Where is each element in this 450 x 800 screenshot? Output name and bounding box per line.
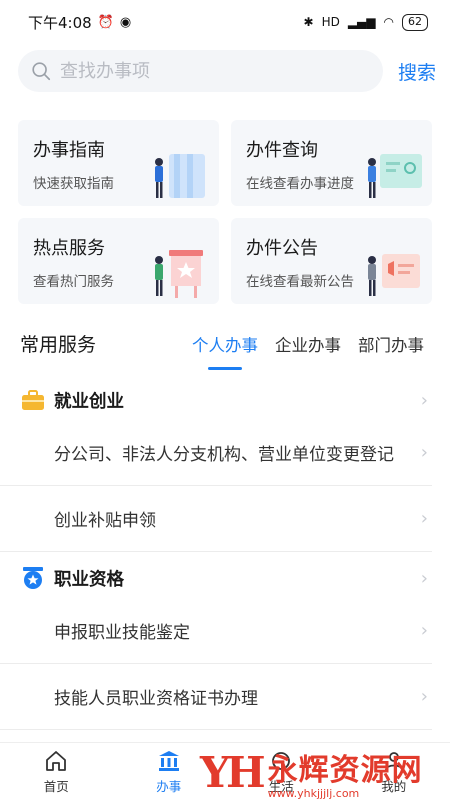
chevron-right-icon: › [420, 442, 428, 463]
alarm-icon: ⏰ [97, 14, 114, 30]
section-title: 常用服务 [20, 334, 97, 356]
card-hot-service[interactable]: 热点服务 查看热门服务 [18, 218, 219, 304]
item-label: 申报职业技能鉴定 [54, 623, 190, 643]
query-illustration [368, 154, 422, 198]
list-item[interactable]: 分公司、非法人分支机构、营业单位变更登记 › [0, 420, 432, 486]
tab-department[interactable]: 部门办事 [358, 332, 424, 366]
section-employment: 就业创业 › 分公司、非法人分支机构、营业单位变更登记 › 创业补贴申领 › [0, 380, 450, 552]
search-input[interactable] [60, 60, 360, 82]
watermark-name: 永辉资源网 [267, 752, 423, 788]
item-label: 创业补贴申领 [54, 511, 156, 531]
search-bar: 搜索 [18, 50, 436, 92]
wifi-icon: ◠ [383, 15, 394, 29]
watermark-logo: YH [200, 747, 266, 797]
quick-cards: 办事指南 快速获取指南 办件查询 在线查看办事进度 热点服务 查看热门服务 办件… [18, 120, 432, 304]
tab-personal[interactable]: 个人办事 [192, 332, 258, 366]
list-item[interactable]: 技能人员职业资格证书办理 › [0, 664, 432, 730]
announcement-illustration [368, 254, 420, 296]
status-time: 下午4:08 [28, 13, 92, 32]
section-qualification: 职业资格 › 申报职业技能鉴定 › 技能人员职业资格证书办理 › [0, 558, 450, 730]
nav-home[interactable]: 首页 [0, 743, 113, 800]
section-name: 就业创业 [54, 391, 124, 412]
battery-indicator: 62 [402, 13, 428, 31]
chevron-right-icon: › [420, 389, 428, 411]
card-announcement[interactable]: 办件公告 在线查看最新公告 [231, 218, 432, 304]
government-building-icon [158, 750, 179, 771]
watermark-text: 永辉资源网 www.yhkjjjlj.com [268, 745, 423, 800]
watermark: YH 永辉资源网 www.yhkjjjlj.com [200, 744, 450, 800]
chevron-right-icon: › [420, 620, 428, 641]
chevron-right-icon: › [420, 567, 428, 589]
section-header[interactable]: 就业创业 › [0, 380, 450, 420]
chevron-right-icon: › [420, 686, 428, 707]
section-header[interactable]: 职业资格 › [0, 558, 450, 598]
medal-icon [23, 567, 43, 589]
app-notification-icon: ◉ [119, 14, 132, 30]
nav-label: 办事 [156, 778, 182, 794]
tab-enterprise[interactable]: 企业办事 [275, 332, 341, 366]
search-icon [32, 62, 51, 81]
search-button[interactable]: 搜索 [398, 58, 436, 85]
bluetooth-icon: ✱ [303, 15, 314, 29]
hd-label: HD [321, 15, 340, 29]
watermark-url: www.yhkjjjlj.com [267, 786, 360, 800]
common-services-header: 常用服务 个人办事 企业办事 部门办事 [0, 322, 450, 368]
service-tabs: 个人办事 企业办事 部门办事 [192, 332, 424, 366]
section-name: 职业资格 [54, 569, 124, 590]
card-query[interactable]: 办件查询 在线查看办事进度 [231, 120, 432, 206]
home-icon [46, 750, 67, 771]
item-label: 分公司、非法人分支机构、营业单位变更登记 [54, 445, 394, 465]
briefcase-icon [22, 390, 44, 410]
item-label: 技能人员职业资格证书办理 [54, 689, 258, 709]
status-bar: 下午4:08 ⏰ ◉ ✱ HD ▂▄▆ ◠ 62 [0, 0, 450, 44]
chevron-right-icon: › [420, 508, 428, 529]
nav-label: 首页 [43, 778, 69, 794]
signal-icon: ▂▄▆ [347, 15, 376, 29]
guide-illustration [155, 154, 205, 198]
search-box[interactable] [18, 50, 383, 92]
card-guide[interactable]: 办事指南 快速获取指南 [18, 120, 219, 206]
list-item[interactable]: 申报职业技能鉴定 › [0, 598, 432, 664]
list-item[interactable]: 创业补贴申领 › [0, 486, 432, 552]
hot-service-illustration [155, 250, 203, 298]
